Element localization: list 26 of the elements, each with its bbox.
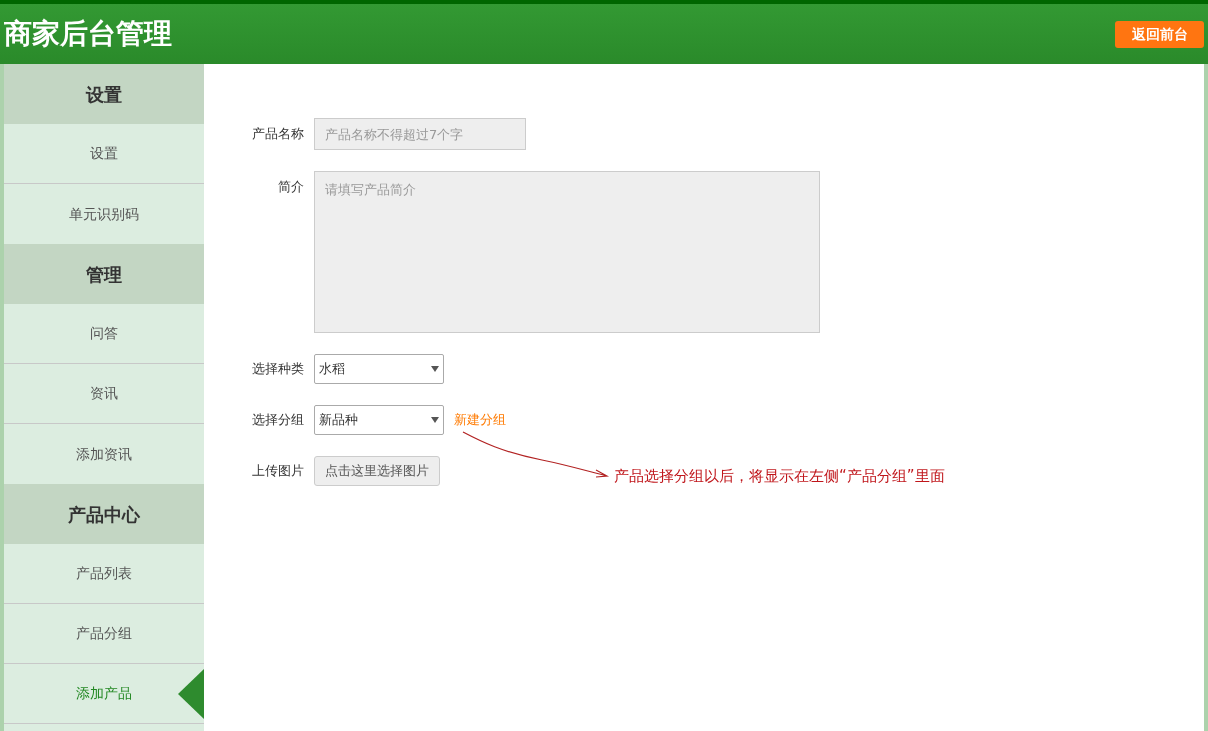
sidebar-item[interactable]: 添加资讯	[4, 424, 204, 484]
dropdown[interactable]: 新品种	[314, 405, 444, 435]
choose-image-button[interactable]: 点击这里选择图片	[314, 456, 440, 486]
caret-icon	[431, 366, 439, 372]
caret-icon	[431, 417, 439, 423]
sidebar-item[interactable]: 资讯	[4, 364, 204, 424]
sidebar-item[interactable]: 产品分组	[4, 604, 204, 664]
annotation-note: 产品选择分组以后，将显示在左侧“产品分组”里面	[614, 469, 945, 484]
description-field[interactable]: 请填写产品简介	[314, 171, 820, 333]
sidebar-heading: 设置	[4, 64, 204, 124]
field-label: 产品名称	[251, 125, 305, 144]
active-pointer-icon	[178, 669, 204, 719]
product-name-field[interactable]: 产品名称不得超过7个字	[314, 118, 526, 150]
field-label: 简介	[277, 178, 305, 196]
sidebar-item[interactable]: 添加产品	[4, 664, 204, 724]
field-label: 选择分组	[251, 411, 305, 430]
sidebar-item[interactable]: 问答	[4, 304, 204, 364]
field-label: 上传图片	[251, 462, 305, 481]
sidebar-heading: 管理	[4, 244, 204, 304]
field-label: 选择种类	[251, 360, 305, 379]
app-title: 商家后台管理	[4, 16, 172, 52]
sidebar-heading: 产品中心	[4, 484, 204, 544]
sidebar-item[interactable]: 单元识别码	[4, 184, 204, 244]
sidebar-item[interactable]: 设置	[4, 124, 204, 184]
sidebar-item[interactable]: 产品列表	[4, 544, 204, 604]
dropdown[interactable]: 水稻	[314, 354, 444, 384]
